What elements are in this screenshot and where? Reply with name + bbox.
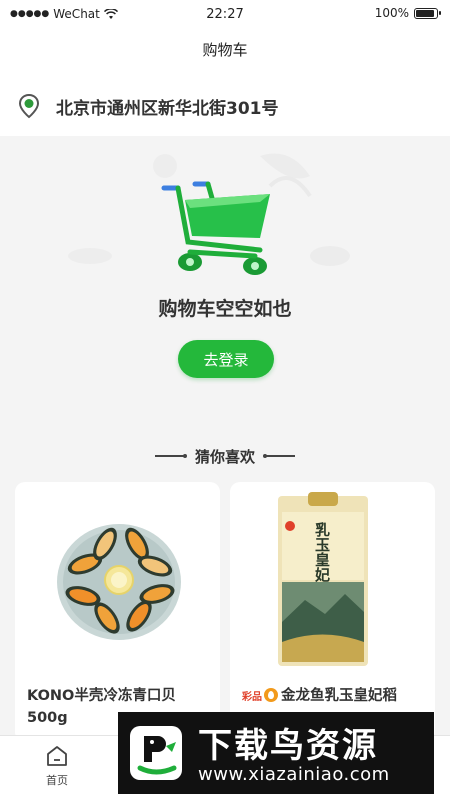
watermark-url: www.xiazainiao.com <box>198 764 390 785</box>
location-pin-icon <box>18 93 40 119</box>
bird-logo-icon <box>130 726 182 780</box>
status-right: 100% <box>374 6 441 20</box>
address-text: 北京市通州区新华北街301号 <box>56 98 279 119</box>
recommend-header: 猜你喜欢 <box>0 438 450 474</box>
product-title: 金龙鱼乳玉皇妃稻 <box>281 688 397 704</box>
address-row[interactable]: 北京市通州区新华北街301号 <box>0 76 450 136</box>
nav-bar: 购物车 <box>0 28 450 76</box>
product-card[interactable]: KONO半壳冷冻青口贝500g <box>15 482 220 742</box>
divider-right <box>263 454 295 458</box>
tab-home[interactable]: 首页 <box>34 744 80 788</box>
status-bar: ●●●●● WeChat 22:27 100% <box>0 0 450 28</box>
watermark-title: 下载鸟资源 <box>198 726 378 766</box>
rice-bag-image: 乳玉皇妃 <box>278 492 368 666</box>
cart-screen: ●●●●● WeChat 22:27 100% 购物车 北京市通州区新华北街30… <box>0 0 450 800</box>
brand-tag: 彩品 <box>242 692 262 703</box>
battery-percent: 100% <box>374 6 409 20</box>
empty-cart-message: 购物车空空如也 <box>158 298 292 320</box>
watermark-banner: 下载鸟资源 www.xiazainiao.com <box>118 712 434 794</box>
divider-left <box>154 454 187 458</box>
shopping-cart-icon <box>161 181 270 275</box>
product-card[interactable]: 乳玉皇妃 彩品 金龙鱼乳玉皇妃稻 <box>230 482 435 742</box>
mussels-plate-image <box>57 524 181 640</box>
fire-icon <box>264 688 278 702</box>
empty-cart-section: 购物车空空如也 去登录 <box>0 136 450 426</box>
login-button[interactable]: 去登录 <box>178 340 274 378</box>
package-text: 乳玉皇妃 <box>313 521 331 583</box>
page-title: 购物车 <box>202 41 248 59</box>
battery-icon <box>414 7 441 19</box>
product-title-row: 彩品 金龙鱼乳玉皇妃稻 <box>242 685 427 709</box>
recommend-title: 猜你喜欢 <box>194 447 255 466</box>
home-icon <box>47 746 67 766</box>
tab-home-label: 首页 <box>46 774 68 787</box>
